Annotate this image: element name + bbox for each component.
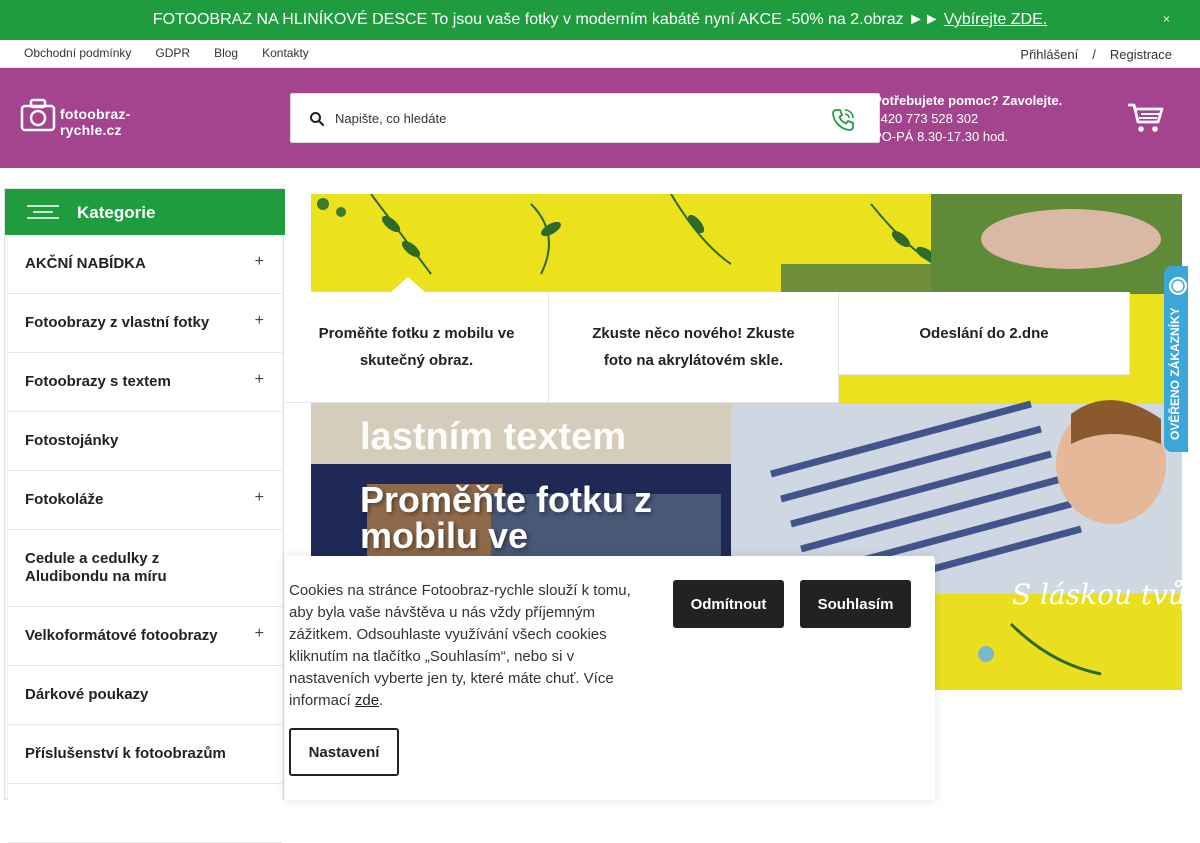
logo-text: fotoobraz-rychle.cz bbox=[60, 106, 131, 138]
banner-tab-1[interactable]: Proměňte fotku z mobilu ve skutečný obra… bbox=[285, 292, 549, 403]
category-item-s-textem[interactable]: Fotoobrazy s textem + bbox=[8, 353, 282, 412]
link-gdpr[interactable]: GDPR bbox=[155, 46, 190, 60]
category-label: Velkoformátové fotoobrazy bbox=[25, 627, 218, 644]
site-logo[interactable]: fotoobraz-rychle.cz bbox=[20, 98, 160, 138]
link-terms[interactable]: Obchodní podmínky bbox=[24, 46, 131, 60]
search-icon[interactable] bbox=[309, 111, 325, 127]
category-label: Fotokoláže bbox=[25, 491, 104, 508]
expand-icon[interactable]: + bbox=[255, 625, 264, 643]
register-link[interactable]: Registrace bbox=[1110, 47, 1172, 62]
site-header: fotoobraz-rychle.cz Napište, co hledáte … bbox=[0, 68, 1200, 168]
banner-tab-3[interactable]: Odeslání do 2.dne bbox=[839, 292, 1130, 375]
expand-icon[interactable]: + bbox=[255, 489, 264, 507]
category-label: Cedule a cedulky z Aludibondu na míru bbox=[25, 550, 167, 585]
account-separator: / bbox=[1092, 47, 1096, 62]
cookie-info-link[interactable]: zde bbox=[355, 692, 379, 709]
promo-link[interactable]: Vybírejte ZDE. bbox=[944, 11, 1047, 29]
tab-label: Proměňte fotku z mobilu ve skutečný obra… bbox=[318, 325, 515, 369]
tab-label: Odeslání do 2.dne bbox=[919, 324, 1049, 342]
category-header[interactable]: Kategorie bbox=[5, 189, 285, 235]
category-item-cedule[interactable]: Cedule a cedulky z Aludibondu na míru bbox=[8, 530, 282, 607]
settings-button[interactable]: Nastavení bbox=[289, 728, 399, 776]
category-list: AKČNÍ NABÍDKA + Fotoobrazy z vlastní fot… bbox=[8, 235, 282, 843]
cookie-period: . bbox=[379, 692, 384, 709]
category-label: Fotoobrazy z vlastní fotky bbox=[25, 314, 210, 331]
cookie-message: Cookies na stránce Fotoobraz-rychle slou… bbox=[289, 580, 634, 712]
camera-logo-icon bbox=[20, 98, 56, 132]
close-icon[interactable]: × bbox=[1163, 12, 1170, 26]
banner-script-text: lastním textem bbox=[360, 416, 627, 458]
category-label: Fotostojánky bbox=[25, 432, 119, 449]
expand-icon[interactable]: + bbox=[255, 371, 264, 389]
category-label: Dárkové poukazy bbox=[25, 686, 149, 703]
account-links: Přihlášení / Registrace bbox=[1020, 47, 1172, 62]
link-blog[interactable]: Blog bbox=[214, 46, 238, 60]
category-item-fotokolaze[interactable]: Fotokoláže + bbox=[8, 471, 282, 530]
verified-seal-icon bbox=[1169, 277, 1187, 295]
top-links-bar: Obchodní podmínky GDPR Blog Kontakty Při… bbox=[0, 40, 1200, 68]
category-item-poukazy[interactable]: Dárkové poukazy bbox=[8, 666, 282, 725]
link-contacts[interactable]: Kontakty bbox=[262, 46, 309, 60]
category-label: AKČNÍ NABÍDKA bbox=[25, 255, 146, 272]
promo-bar: FOTOOBRAZ NA HLINÍKOVÉ DESCE To jsou vaš… bbox=[0, 0, 1200, 40]
accept-button[interactable]: Souhlasím bbox=[800, 580, 911, 628]
category-label: Fotoobrazy s textem bbox=[25, 373, 171, 390]
cart-icon[interactable] bbox=[1126, 102, 1164, 134]
banner-headline: Proměňte fotku z mobilu ve bbox=[360, 479, 653, 556]
help-title: Potřebujete pomoc? Zavolejte. bbox=[873, 93, 1063, 108]
help-phone[interactable]: +420 773 528 302 bbox=[873, 110, 1062, 128]
verified-badge[interactable]: OVĚŘENO ZÁKAZNÍKY bbox=[1164, 266, 1188, 452]
category-item-vlastni-fotky[interactable]: Fotoobrazy z vlastní fotky + bbox=[8, 294, 282, 353]
banner-tabs: Proměňte fotku z mobilu ve skutečný obra… bbox=[285, 292, 1130, 404]
cookie-text: Cookies na stránce Fotoobraz-rychle slou… bbox=[289, 582, 631, 709]
tab-indicator bbox=[390, 277, 426, 293]
login-link[interactable]: Přihlášení bbox=[1020, 47, 1078, 62]
search-input[interactable]: Napište, co hledáte bbox=[335, 111, 446, 126]
info-links: Obchodní podmínky GDPR Blog Kontakty bbox=[24, 46, 309, 60]
help-hours: PO-PÁ 8.30-17.30 hod. bbox=[873, 129, 1009, 144]
banner-tab-2[interactable]: Zkuste něco nového! Zkuste foto na akryl… bbox=[549, 292, 839, 403]
banner-signature: S láskou tvůj bbox=[1012, 578, 1195, 611]
category-sidebar: Kategorie AKČNÍ NABÍDKA + Fotoobrazy z v… bbox=[4, 188, 285, 843]
expand-icon[interactable]: + bbox=[255, 253, 264, 271]
category-item-fotostojanky[interactable]: Fotostojánky bbox=[8, 412, 282, 471]
promo-text: FOTOOBRAZ NA HLINÍKOVÉ DESCE To jsou vaš… bbox=[152, 11, 940, 28]
expand-icon[interactable]: + bbox=[255, 312, 264, 330]
category-title: Kategorie bbox=[77, 203, 156, 222]
category-item-akcni[interactable]: AKČNÍ NABÍDKA + bbox=[8, 235, 282, 294]
category-label: Příslušenství k fotoobrazům bbox=[25, 745, 226, 762]
category-item-next[interactable] bbox=[8, 784, 282, 843]
search-box[interactable]: Napište, co hledáte bbox=[290, 93, 880, 143]
decline-button[interactable]: Odmítnout bbox=[673, 580, 784, 628]
verified-text: OVĚŘENO ZÁKAZNÍKY bbox=[1168, 307, 1182, 440]
cookie-dialog: Cookies na stránce Fotoobraz-rychle slou… bbox=[285, 556, 935, 800]
category-item-prislusenstvi[interactable]: Příslušenství k fotoobrazům bbox=[8, 725, 282, 784]
menu-icon[interactable] bbox=[27, 205, 59, 219]
category-item-velkoformatove[interactable]: Velkoformátové fotoobrazy + bbox=[8, 607, 282, 666]
phone-icon[interactable] bbox=[829, 106, 857, 134]
help-info: Potřebujete pomoc? Zavolejte. +420 773 5… bbox=[873, 92, 1062, 146]
tab-label: Zkuste něco nového! Zkuste foto na akryl… bbox=[592, 325, 795, 369]
